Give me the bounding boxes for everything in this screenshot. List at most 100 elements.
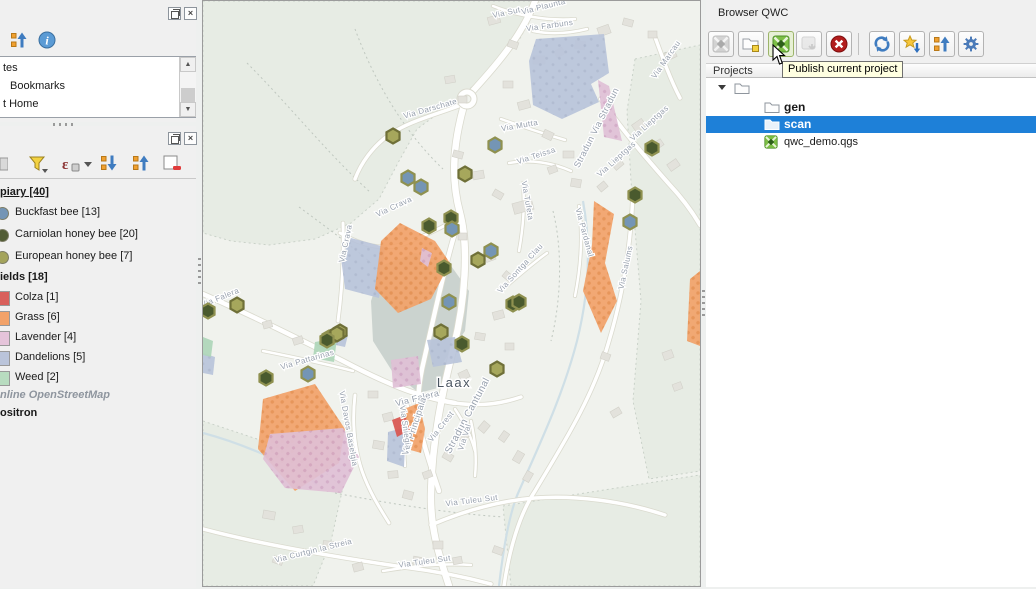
apiary-marker xyxy=(320,333,333,348)
mouse-cursor xyxy=(772,44,788,66)
float-panel-button[interactable] xyxy=(168,132,181,145)
browser-list-item[interactable]: tes xyxy=(3,62,18,74)
apiary-marker xyxy=(645,141,658,156)
scrollbar[interactable]: ▲ ▼ xyxy=(179,57,196,117)
filter-legend-icon[interactable] xyxy=(28,154,48,174)
field-lavender xyxy=(391,356,421,388)
legend-item-label: Colza [1] xyxy=(15,291,58,303)
apiary-marker xyxy=(422,219,435,234)
apiary-marker xyxy=(203,304,215,319)
refresh-button[interactable] xyxy=(869,31,895,57)
tooltip: Publish current project xyxy=(782,61,903,78)
legend-fill-swatch xyxy=(0,311,10,326)
tree-item-label: gen xyxy=(784,100,805,114)
collapse-tree-icon xyxy=(933,35,951,53)
settings-button[interactable] xyxy=(958,31,984,57)
scroll-down-button[interactable]: ▼ xyxy=(180,102,196,117)
project-tree-row-gen[interactable]: gen xyxy=(706,99,1036,116)
toolbar-separator xyxy=(858,33,859,55)
save-project-icon xyxy=(800,35,818,53)
load-project-icon xyxy=(712,35,730,53)
collapse-all-icon[interactable] xyxy=(10,31,30,51)
legend-item-label: ields [18] xyxy=(0,271,48,283)
apiary-marker xyxy=(458,167,471,182)
legend-item-label: Carniolan honey bee [20] xyxy=(15,228,138,240)
legend-item-label: nline OpenStreetMap xyxy=(0,389,110,401)
layers-panel: × ε piary [40] Buckfast bee [13] Carniolan… xyxy=(0,126,196,587)
legend-item-label: piary [40] xyxy=(0,186,49,198)
load-project-button[interactable] xyxy=(708,31,734,57)
close-panel-button[interactable]: × xyxy=(184,7,197,20)
folder-icon xyxy=(764,117,780,134)
apiary-marker xyxy=(401,171,414,186)
add-favorite-icon xyxy=(903,35,921,53)
apiary-marker xyxy=(301,367,314,382)
project-tree-row-root[interactable] xyxy=(706,80,1036,97)
apiary-marker xyxy=(386,129,399,144)
add-favorite-button[interactable] xyxy=(899,31,925,57)
map-panel-splitter[interactable] xyxy=(702,290,705,318)
apiary-marker xyxy=(434,325,447,340)
qwc-browser-panel: Browser QWC genscanqwc_demo.qgs Projects… xyxy=(706,0,1036,587)
legend-point-swatch xyxy=(0,207,9,220)
legend-fill-swatch xyxy=(0,291,10,306)
collapse-tree-button[interactable] xyxy=(929,31,955,57)
layers-legend: piary [40] Buckfast bee [13] Carniolan hon… xyxy=(0,178,196,588)
svg-text:ε: ε xyxy=(62,157,69,173)
collapse-all-icon[interactable] xyxy=(132,154,152,174)
qgs-icon xyxy=(764,135,778,152)
projects-tree: gen scan qwc_demo.qgs xyxy=(706,78,1036,587)
info-icon[interactable]: i xyxy=(38,31,58,51)
apiary-marker xyxy=(488,138,501,153)
map-canvas[interactable]: Via DarschateVia SutVia PlauntaVia Farbu… xyxy=(202,0,701,587)
apiary-marker xyxy=(628,188,641,203)
panel-title: Browser QWC xyxy=(718,7,788,19)
browser-list-item[interactable]: t Home xyxy=(3,98,38,110)
apiary-marker xyxy=(442,295,455,310)
apiary-marker xyxy=(230,298,243,313)
apiary-marker xyxy=(445,222,458,237)
legend-point-swatch xyxy=(0,251,9,264)
folder-icon xyxy=(734,81,750,98)
close-panel-button[interactable]: × xyxy=(184,132,197,145)
legend-item-label: ositron xyxy=(0,407,37,419)
browser-list: tes Bookmarks t Home xyxy=(0,56,196,118)
remove-project-button[interactable] xyxy=(826,31,852,57)
remove-layer-icon[interactable] xyxy=(162,154,182,174)
new-folder-icon xyxy=(742,35,760,53)
tree-item-label: scan xyxy=(784,117,811,131)
apiary-marker xyxy=(490,362,503,377)
apiary-marker xyxy=(471,253,484,268)
float-panel-button[interactable] xyxy=(168,7,181,20)
apiary-marker xyxy=(414,180,427,195)
apiary-marker xyxy=(455,337,468,352)
apiary-marker xyxy=(259,371,272,386)
browser-panel: × i tes Bookmarks t Home ▲ ▼ xyxy=(0,0,196,122)
apiary-marker xyxy=(623,215,636,230)
dock-map-splitter[interactable] xyxy=(198,258,201,286)
save-project-button[interactable] xyxy=(796,31,822,57)
legend-item-label: Grass [6] xyxy=(15,311,60,323)
legend-item-label: Lavender [4] xyxy=(15,331,76,343)
new-folder-button[interactable] xyxy=(738,31,764,57)
refresh-icon xyxy=(873,35,891,53)
folder-icon xyxy=(764,100,780,117)
scroll-up-button[interactable]: ▲ xyxy=(180,57,196,72)
browser-list-item[interactable]: Bookmarks xyxy=(10,80,65,92)
expand-all-icon[interactable] xyxy=(100,154,120,174)
apiary-marker xyxy=(437,261,450,276)
map-image: Via DarschateVia SutVia PlauntaVia Farbu… xyxy=(203,1,700,586)
legend-item-label: Buckfast bee [13] xyxy=(15,206,100,218)
tree-item-label: qwc_demo.qgs xyxy=(784,136,858,148)
settings-icon xyxy=(962,35,980,53)
scrollbar-thumb[interactable] xyxy=(181,88,195,102)
project-tree-row-scan[interactable]: scan xyxy=(706,116,1036,133)
expand-arrow-icon[interactable] xyxy=(718,85,726,90)
legend-fill-swatch xyxy=(0,331,10,346)
town-label: Laax xyxy=(437,375,471,390)
partial-icon[interactable] xyxy=(0,154,14,174)
project-tree-row-qwc_demo-qgs[interactable]: qwc_demo.qgs xyxy=(706,134,1036,151)
expression-filter-icon[interactable]: ε xyxy=(60,154,92,174)
legend-item-label: European honey bee [7] xyxy=(15,250,132,262)
legend-item-label: Dandelions [5] xyxy=(15,351,85,363)
